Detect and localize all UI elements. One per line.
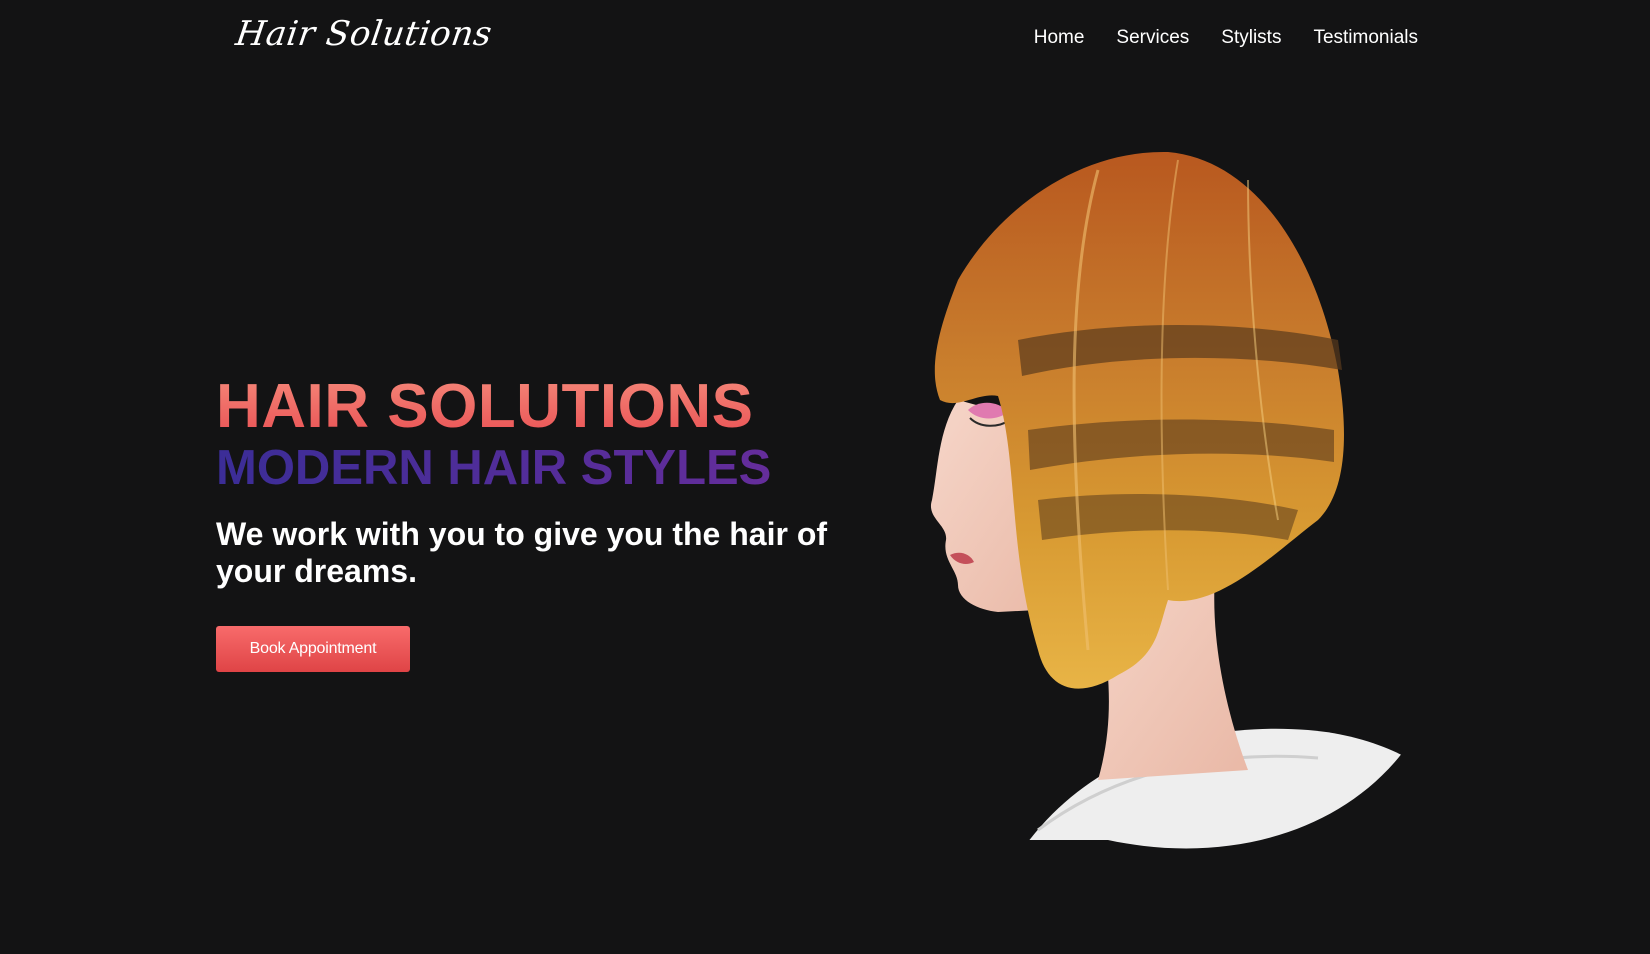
hero-title: HAIR SOLUTIONS — [216, 372, 866, 442]
nav-stylists[interactable]: Stylists — [1221, 26, 1281, 50]
logo[interactable]: Hair Solutions — [233, 14, 494, 54]
hero-tagline: We work with you to give you the hair of… — [216, 516, 828, 589]
book-appointment-button[interactable]: Book Appointment — [216, 626, 410, 672]
portrait-image — [918, 130, 1438, 890]
main-nav: Home Services Stylists Testimonials — [1034, 26, 1418, 50]
page: Hair Solutions Home Services Stylists Te… — [0, 0, 1650, 954]
nav-services[interactable]: Services — [1116, 26, 1189, 50]
portrait-illustration — [930, 151, 1438, 849]
nav-testimonials[interactable]: Testimonials — [1313, 26, 1418, 50]
hero-section: HAIR SOLUTIONS MODERN HAIR STYLES We wor… — [216, 372, 866, 672]
nav-home[interactable]: Home — [1034, 26, 1085, 50]
hero-subtitle: MODERN HAIR STYLES — [216, 440, 866, 496]
